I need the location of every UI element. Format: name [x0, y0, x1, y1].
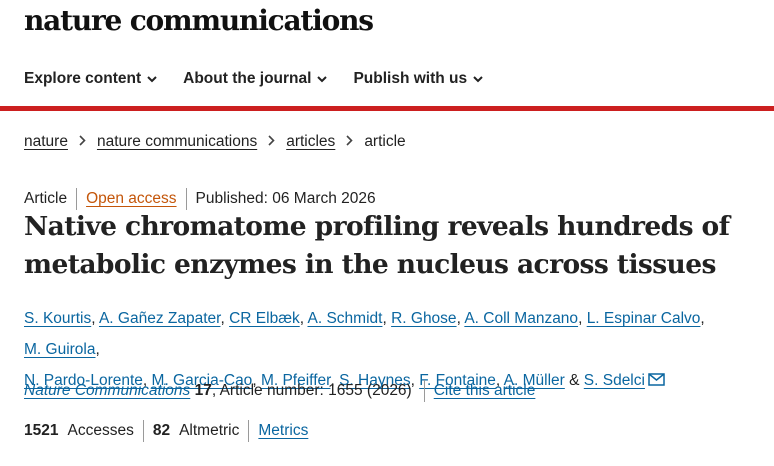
envelope-icon[interactable]: [648, 366, 665, 397]
title-line-1: Native chromatome profiling reveals hund…: [24, 211, 730, 242]
journal-link[interactable]: Nature Communications: [24, 382, 190, 400]
author-link[interactable]: CR Elbæk: [229, 310, 300, 327]
article-number: , Article number: 1655 (2026): [211, 382, 412, 399]
metrics-divider: [248, 420, 250, 442]
volume-number: 17: [194, 382, 212, 399]
author-and: &: [569, 372, 580, 389]
chevron-down-icon: [147, 70, 157, 88]
metrics-link[interactable]: Metrics: [258, 422, 308, 440]
meta-divider: [185, 188, 187, 210]
open-access-link[interactable]: Open access: [86, 190, 176, 208]
breadcrumb-nature[interactable]: nature: [24, 133, 68, 151]
meta-divider: [76, 188, 78, 210]
header-divider: [0, 106, 774, 111]
main-nav: Explore content About the journal Publis…: [24, 70, 509, 88]
author-link[interactable]: S. Sdelci: [584, 372, 645, 389]
site-logo[interactable]: nature communications: [24, 4, 374, 37]
breadcrumb-articles[interactable]: articles: [286, 133, 335, 151]
accesses-count: 1521: [24, 422, 59, 439]
citation-line: Nature Communications 17, Article number…: [24, 380, 535, 402]
metrics-divider: [142, 420, 144, 442]
author-link[interactable]: A. Coll Manzano: [464, 310, 578, 327]
breadcrumb-nature-communications[interactable]: nature communications: [97, 133, 257, 151]
article-meta: Article Open access Published: 06 March …: [24, 188, 376, 210]
author-link[interactable]: R. Ghose: [391, 310, 456, 327]
published-date: Published: 06 March 2026: [195, 190, 376, 207]
citation-divider: [423, 380, 425, 402]
author-link[interactable]: M. Guirola: [24, 341, 96, 358]
chevron-right-icon: [79, 133, 86, 151]
chevron-down-icon: [473, 70, 483, 88]
nav-about-journal[interactable]: About the journal: [183, 70, 328, 88]
cite-this-article-link[interactable]: Cite this article: [434, 382, 536, 400]
title-line-2: metabolic enzymes in the nucleus across …: [24, 249, 716, 280]
author-link[interactable]: S. Kourtis: [24, 310, 91, 327]
nav-label: Explore content: [24, 70, 142, 87]
altmetric-label: Altmetric: [179, 422, 240, 439]
nav-label: About the journal: [183, 70, 312, 87]
article-metrics: 1521 Accesses 82 Altmetric Metrics: [24, 420, 308, 442]
article-title: Native chromatome profiling reveals hund…: [24, 208, 764, 284]
author-link[interactable]: A. Schmidt: [308, 310, 383, 327]
chevron-right-icon: [346, 133, 353, 151]
altmetric-count: 82: [152, 422, 171, 439]
nav-publish-with-us[interactable]: Publish with us: [353, 70, 483, 88]
chevron-down-icon: [317, 70, 328, 88]
author-link[interactable]: L. Espinar Calvo: [587, 310, 701, 327]
article-type: Article: [24, 190, 68, 207]
breadcrumb-current: article: [364, 133, 406, 150]
author-link[interactable]: A. Gañez Zapater: [99, 310, 221, 327]
nav-explore-content[interactable]: Explore content: [24, 70, 157, 88]
breadcrumb: nature nature communications articles ar…: [24, 133, 406, 151]
nav-label: Publish with us: [353, 70, 468, 87]
accesses-label: Accesses: [67, 422, 134, 439]
chevron-right-icon: [268, 133, 275, 151]
